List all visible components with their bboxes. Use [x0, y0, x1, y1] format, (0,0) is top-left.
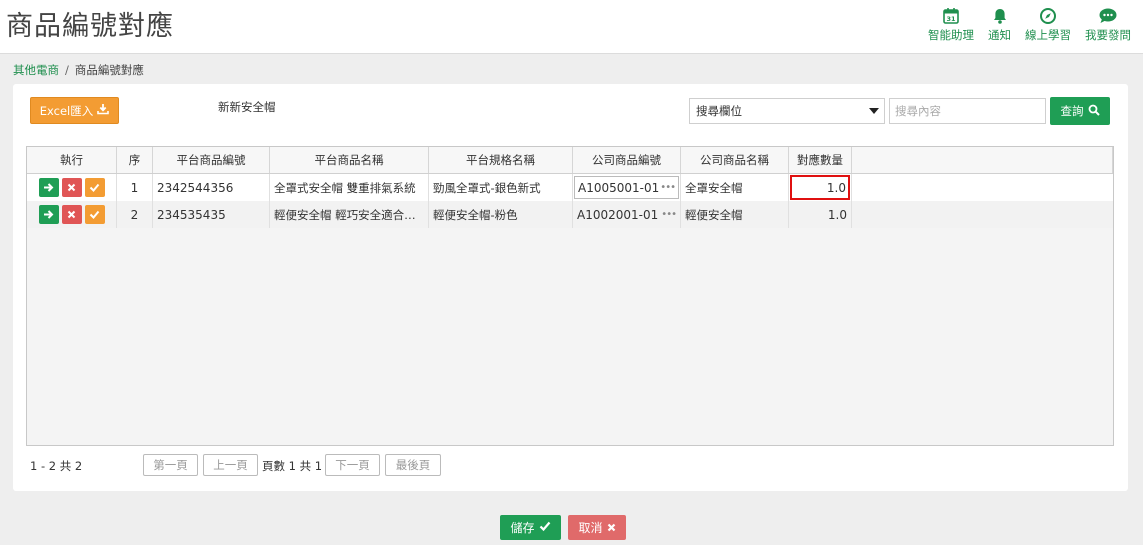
- page-title: 商品編號對應: [6, 11, 174, 42]
- col-header-platform-no[interactable]: 平台商品編號: [153, 147, 270, 173]
- svg-text:31: 31: [946, 15, 956, 23]
- company-no-text: A1005001-01: [578, 180, 660, 195]
- col-header-platform-name[interactable]: 平台商品名稱: [270, 147, 429, 173]
- search-input[interactable]: 搜尋內容: [889, 98, 1046, 124]
- company-no-picker[interactable]: A1002001-01 •••: [577, 207, 677, 222]
- company-no-picker[interactable]: A1005001-01 •••: [574, 176, 679, 199]
- col-header-company-no[interactable]: 公司商品編號: [573, 147, 681, 173]
- first-page-button[interactable]: 第一頁: [143, 454, 198, 476]
- col-header-action[interactable]: 執行: [27, 147, 117, 173]
- col-header-spec-name[interactable]: 平台規格名稱: [429, 147, 573, 173]
- caret-down-icon: [869, 108, 879, 114]
- more-icon[interactable]: •••: [660, 182, 676, 193]
- check-icon[interactable]: [84, 205, 105, 224]
- platform-name-text: 全罩式安全帽 雙重排氣系統: [274, 180, 416, 195]
- excel-import-label: Excel匯入: [39, 103, 94, 118]
- pager: 1 - 2 共 2 第一頁 上一頁 頁數 1 共 1 下一頁 最後頁: [13, 454, 1128, 480]
- cell-company-no[interactable]: A1005001-01 •••: [573, 174, 681, 201]
- save-button[interactable]: 儲存: [500, 515, 561, 540]
- cancel-button[interactable]: 取消: [568, 515, 626, 540]
- cell-platform-name: 輕便安全帽 輕巧安全適合通勤: [270, 201, 429, 228]
- row-filler: [852, 174, 1113, 201]
- row-actions: [27, 201, 117, 228]
- search-placeholder: 搜尋內容: [895, 104, 941, 118]
- cell-spec-name: 勁風全罩式-銀色新式: [429, 174, 573, 201]
- notification-label: 通知: [988, 28, 1011, 42]
- company-no-text: A1002001-01: [577, 207, 659, 222]
- pager-info: 1 - 2 共 2: [30, 459, 83, 473]
- ask-question-label: 我要發問: [1085, 28, 1131, 42]
- query-button[interactable]: 查詢: [1050, 97, 1110, 125]
- query-label: 查詢: [1060, 104, 1084, 118]
- search-icon: [1088, 104, 1100, 119]
- smart-assistant-label: 智能助理: [928, 28, 974, 42]
- notification-button[interactable]: 通知: [988, 6, 1011, 43]
- cancel-label: 取消: [578, 521, 603, 535]
- close-icon[interactable]: [61, 178, 82, 197]
- chat-icon: [1097, 6, 1119, 26]
- check-icon[interactable]: [84, 178, 105, 197]
- close-icon[interactable]: [61, 205, 82, 224]
- next-page-button[interactable]: 下一頁: [325, 454, 380, 476]
- row-filler: [852, 201, 1113, 228]
- check-icon: [539, 521, 551, 535]
- col-header-seq[interactable]: 序: [117, 147, 153, 173]
- more-icon[interactable]: •••: [661, 209, 677, 220]
- arrow-right-icon[interactable]: [38, 178, 59, 197]
- breadcrumb-parent-link[interactable]: 其他電商: [13, 63, 59, 77]
- cell-company-no[interactable]: A1002001-01 •••: [573, 201, 681, 228]
- platform-name-text: 輕便安全帽 輕巧安全適合通勤: [274, 207, 424, 222]
- bell-icon: [989, 6, 1011, 26]
- breadcrumb-separator: /: [65, 63, 69, 77]
- page-indicator: 頁數 1 共 1: [262, 459, 323, 473]
- cell-company-name: 全罩安全帽: [681, 174, 789, 201]
- row-actions: [27, 174, 117, 201]
- cell-spec-name: 輕便安全帽-粉色: [429, 201, 573, 228]
- cell-platform-no: 2342544356: [153, 174, 270, 201]
- download-icon: [97, 103, 110, 118]
- top-bar: 商品編號對應 31 智能助理 通知 線上學習 我要發問: [0, 0, 1143, 54]
- online-learning-button[interactable]: 線上學習: [1025, 6, 1071, 43]
- col-header-company-name[interactable]: 公司商品名稱: [681, 147, 789, 173]
- cell-qty[interactable]: 1.0: [789, 174, 852, 201]
- qty-edit-field[interactable]: 1.0: [790, 175, 850, 200]
- table-row[interactable]: 2 234535435 輕便安全帽 輕巧安全適合通勤 輕便安全帽-粉色 A100…: [27, 201, 1113, 228]
- calendar-icon: 31: [940, 6, 962, 26]
- grid-header: 執行 序 平台商品編號 平台商品名稱 平台規格名稱 公司商品編號 公司商品名稱 …: [27, 147, 1113, 174]
- cell-company-name: 輕便安全帽: [681, 201, 789, 228]
- ask-question-button[interactable]: 我要發問: [1085, 6, 1131, 43]
- col-header-qty[interactable]: 對應數量: [789, 147, 852, 173]
- breadcrumb: 其他電商 / 商品編號對應: [13, 62, 144, 78]
- last-page-button[interactable]: 最後頁: [385, 454, 441, 476]
- import-filename: 新新安全帽: [218, 100, 276, 114]
- main-panel: Excel匯入 新新安全帽 搜尋欄位 搜尋內容 查詢 執行 序 平台商品編號 平…: [13, 84, 1128, 491]
- cell-qty[interactable]: 1.0: [789, 201, 852, 228]
- col-header-filler: [852, 147, 1113, 173]
- compass-icon: [1037, 6, 1059, 26]
- online-learning-label: 線上學習: [1025, 28, 1071, 42]
- save-label: 儲存: [510, 521, 535, 535]
- search-field-select[interactable]: 搜尋欄位: [689, 98, 885, 124]
- cell-seq: 1: [117, 174, 153, 201]
- search-field-value: 搜尋欄位: [696, 104, 742, 118]
- breadcrumb-current: 商品編號對應: [74, 63, 144, 77]
- prev-page-button[interactable]: 上一頁: [203, 454, 258, 476]
- cell-platform-name: 全罩式安全帽 雙重排氣系統: [270, 174, 429, 201]
- table-row[interactable]: 1 2342544356 全罩式安全帽 雙重排氣系統 勁風全罩式-銀色新式 A1…: [27, 174, 1113, 201]
- mapping-grid: 執行 序 平台商品編號 平台商品名稱 平台規格名稱 公司商品編號 公司商品名稱 …: [26, 146, 1114, 446]
- excel-import-button[interactable]: Excel匯入: [30, 97, 119, 124]
- cell-platform-no: 234535435: [153, 201, 270, 228]
- cell-seq: 2: [117, 201, 153, 228]
- smart-assistant-button[interactable]: 31 智能助理: [928, 6, 974, 43]
- arrow-right-icon[interactable]: [38, 205, 59, 224]
- close-icon: [607, 521, 616, 535]
- header-actions: 31 智能助理 通知 線上學習 我要發問: [914, 6, 1131, 43]
